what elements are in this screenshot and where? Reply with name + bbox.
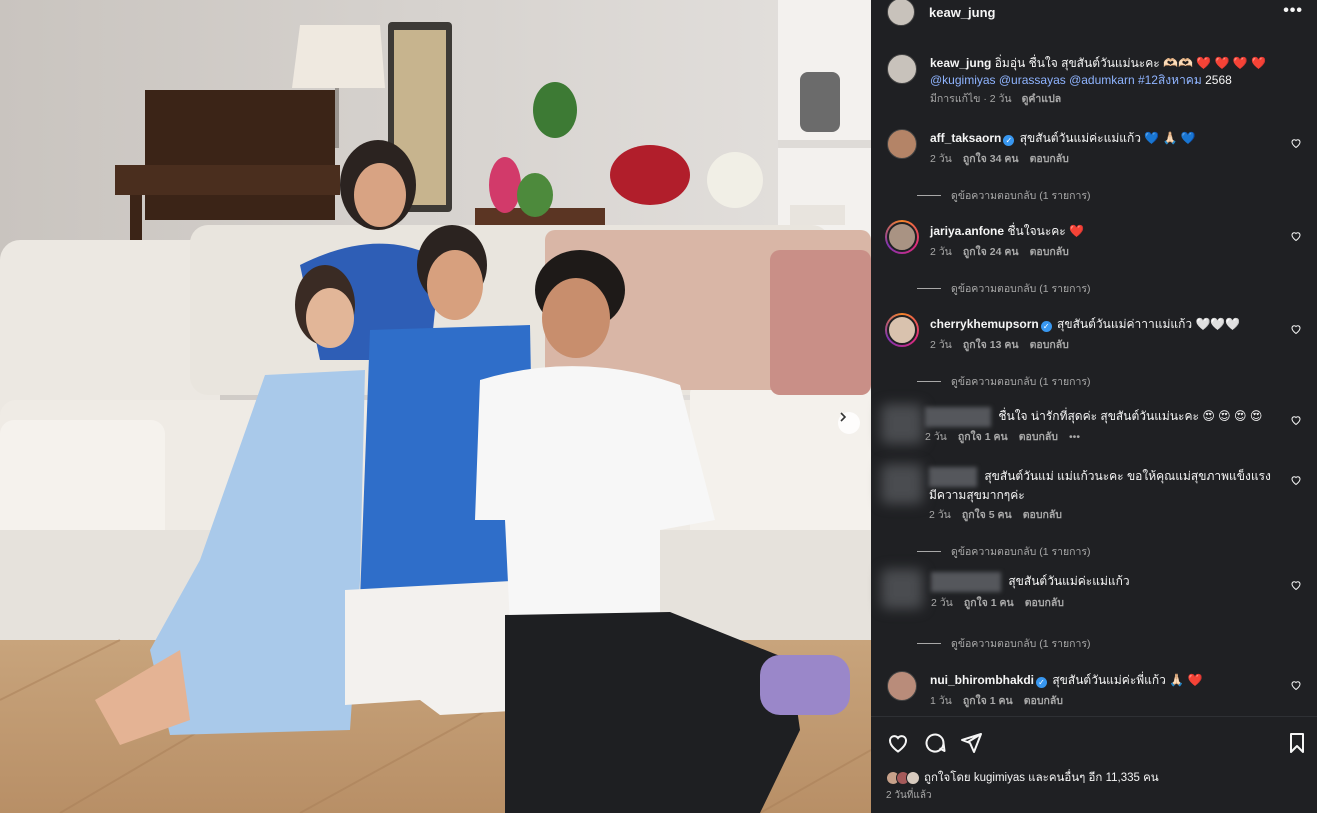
comment-text: สุขสันต์วันแม่ค่ะแม่แก้ว <box>1019 131 1142 145</box>
comment-time: 2 วัน <box>930 246 952 258</box>
comment-emoji: 🙏🏻 ❤️ <box>1169 673 1203 687</box>
likes-text[interactable]: ถูกใจโดย kugimiyas และคนอื่นๆ อีก 11,335… <box>924 769 1159 787</box>
comment-text: ชื่นใจนะคะ <box>1007 224 1066 238</box>
reply-button[interactable]: ตอบกลับ <box>1023 507 1062 524</box>
heart-icon[interactable] <box>1290 230 1302 242</box>
more-icon[interactable]: ••• <box>1283 2 1303 20</box>
photo-illustration <box>0 0 871 813</box>
comment-text: สุขสันต์วันแม่ค่ะพี่แก้ว <box>1052 673 1166 687</box>
blurred-username <box>929 467 977 487</box>
post-side-panel: keaw_jung ••• keaw_jung อิ่มอุ่น ชื่นใจ … <box>871 0 1317 813</box>
comment-time: 2 วัน <box>930 153 952 165</box>
post-photo[interactable] <box>0 0 871 813</box>
action-bar: ถูกใจโดย kugimiyas และคนอื่นๆ อีก 11,335… <box>871 716 1317 813</box>
commenter-username[interactable]: aff_taksaorn <box>930 131 1001 145</box>
commenter-username[interactable]: nui_bhirombhakdi <box>930 673 1034 687</box>
caption-year: 2568 <box>1205 73 1232 87</box>
blurred-username <box>925 407 991 427</box>
view-replies-label: ดูข้อความตอบกลับ (1 รายการ) <box>951 638 1091 650</box>
blurred-username <box>931 572 1001 592</box>
view-replies-label: ดูข้อความตอบกลับ (1 รายการ) <box>951 376 1091 388</box>
story-ring[interactable] <box>885 313 919 347</box>
comment-likes[interactable]: ถูกใจ 1 คน <box>963 693 1013 710</box>
comment-icon[interactable] <box>923 731 947 755</box>
comment-emoji: 😍 😍 😍 😍 <box>1202 409 1263 424</box>
reply-button[interactable]: ตอบกลับ <box>1030 151 1069 168</box>
caption-hearts: ❤️ ❤️ ❤️ ❤️ <box>1196 56 1267 70</box>
author-avatar[interactable] <box>887 0 915 26</box>
heart-icon[interactable] <box>1290 323 1302 335</box>
blurred-avatar <box>881 569 923 609</box>
comment-text: ชื่นใจ น่ารักที่สุดค่ะ สุขสันต์วันแม่นะค… <box>998 409 1199 424</box>
view-replies-label: ดูข้อความตอบกลับ (1 รายการ) <box>951 190 1091 202</box>
blurred-avatar <box>881 464 923 504</box>
commenter-avatar[interactable] <box>887 315 917 345</box>
comment-time: 2 วัน <box>925 431 947 443</box>
liker-avatar <box>906 771 920 785</box>
next-image-button[interactable] <box>838 412 860 434</box>
post-time: 2 วันที่แล้ว <box>886 790 932 801</box>
share-icon[interactable] <box>959 731 983 755</box>
commenter-avatar[interactable] <box>887 129 917 159</box>
comment-text: สุขสันต์วันแม่ค่ะแม่แก้ว <box>1008 574 1130 589</box>
comment-likes[interactable]: ถูกใจ 1 คน <box>964 595 1014 612</box>
bookmark-icon[interactable] <box>1285 731 1309 755</box>
author-username[interactable]: keaw_jung <box>929 5 995 20</box>
view-replies[interactable]: ดูข้อความตอบกลับ (1 รายการ) <box>917 543 1091 560</box>
reply-button[interactable]: ตอบกลับ <box>1024 693 1063 710</box>
comment-likes[interactable]: ถูกใจ 13 คน <box>963 337 1019 354</box>
reply-button[interactable]: ตอบกลับ <box>1025 595 1064 612</box>
reply-button[interactable]: ตอบกลับ <box>1030 244 1069 261</box>
comment-text: สุขสันต์วันแม่ แม่แก้วนะคะ ขอให้คุณแม่สุ… <box>929 469 1271 502</box>
comment-time: 2 วัน <box>931 597 953 609</box>
heart-icon[interactable] <box>1290 474 1302 486</box>
view-replies[interactable]: ดูข้อความตอบกลับ (1 รายการ) <box>917 280 1091 297</box>
view-replies-label: ดูข้อความตอบกลับ (1 รายการ) <box>951 546 1091 558</box>
comment-time: 2 วัน <box>929 509 951 521</box>
commenter-avatar[interactable] <box>887 671 917 701</box>
caption-avatar[interactable] <box>887 54 917 84</box>
heart-icon[interactable] <box>1290 679 1302 691</box>
caption-mentions[interactable]: @kugimiyas @urassayas @adumkarn #12สิงหา… <box>930 73 1202 87</box>
commenter-username[interactable]: cherrykhemupsorn <box>930 317 1039 331</box>
blurred-avatar <box>881 404 923 444</box>
comment-likes[interactable]: ถูกใจ 24 คน <box>963 244 1019 261</box>
heart-icon[interactable] <box>1290 414 1302 426</box>
comment-likes[interactable]: ถูกใจ 5 คน <box>962 507 1012 524</box>
view-replies-label: ดูข้อความตอบกลับ (1 รายการ) <box>951 283 1091 295</box>
comment-emoji: 🤍🤍🤍 <box>1195 317 1241 331</box>
verified-badge-icon: ✓ <box>1036 677 1048 688</box>
post-header: keaw_jung ••• <box>871 0 1317 26</box>
comment-likes[interactable]: ถูกใจ 1 คน <box>958 429 1008 446</box>
view-replies[interactable]: ดูข้อความตอบกลับ (1 รายการ) <box>917 635 1091 652</box>
commenter-avatar[interactable] <box>887 222 917 252</box>
view-replies[interactable]: ดูข้อความตอบกลับ (1 รายการ) <box>917 187 1091 204</box>
comment-more-icon[interactable]: ••• <box>1069 429 1080 446</box>
heart-icon[interactable] <box>886 731 910 755</box>
comment-time: 2 วัน <box>930 339 952 351</box>
commenter-username[interactable]: jariya.anfone <box>930 224 1004 238</box>
reply-button[interactable]: ตอบกลับ <box>1019 429 1058 446</box>
translate-link[interactable]: ดูคำแปล <box>1022 91 1062 108</box>
comment-time: 1 วัน <box>930 695 952 707</box>
heart-icon[interactable] <box>1290 579 1302 591</box>
comment-emoji: ❤️ <box>1069 224 1085 238</box>
caption-edited: มีการแก้ไข · 2 วัน <box>930 93 1012 105</box>
chevron-right-icon <box>840 412 847 422</box>
comment-emoji: 💙 🙏🏻 💙 <box>1144 131 1196 145</box>
comment-text: สุขสันต์วันแม่ค่าาาแม่แก้ว <box>1057 317 1193 331</box>
comment-likes[interactable]: ถูกใจ 34 คน <box>963 151 1019 168</box>
view-replies[interactable]: ดูข้อความตอบกลับ (1 รายการ) <box>917 373 1091 390</box>
heart-icon[interactable] <box>1290 137 1302 149</box>
story-ring[interactable] <box>885 220 919 254</box>
likes-summary[interactable]: ถูกใจโดย kugimiyas และคนอื่นๆ อีก 11,335… <box>886 769 1159 787</box>
verified-badge-icon: ✓ <box>1040 321 1052 332</box>
verified-badge-icon: ✓ <box>1003 135 1015 146</box>
reply-button[interactable]: ตอบกลับ <box>1030 337 1069 354</box>
caption-text: อิ่มอุ่น ชื่นใจ สุขสันต์วันแม่นะคะ 🫶🏻🫶🏻 <box>994 56 1193 70</box>
caption-username[interactable]: keaw_jung <box>930 56 991 70</box>
